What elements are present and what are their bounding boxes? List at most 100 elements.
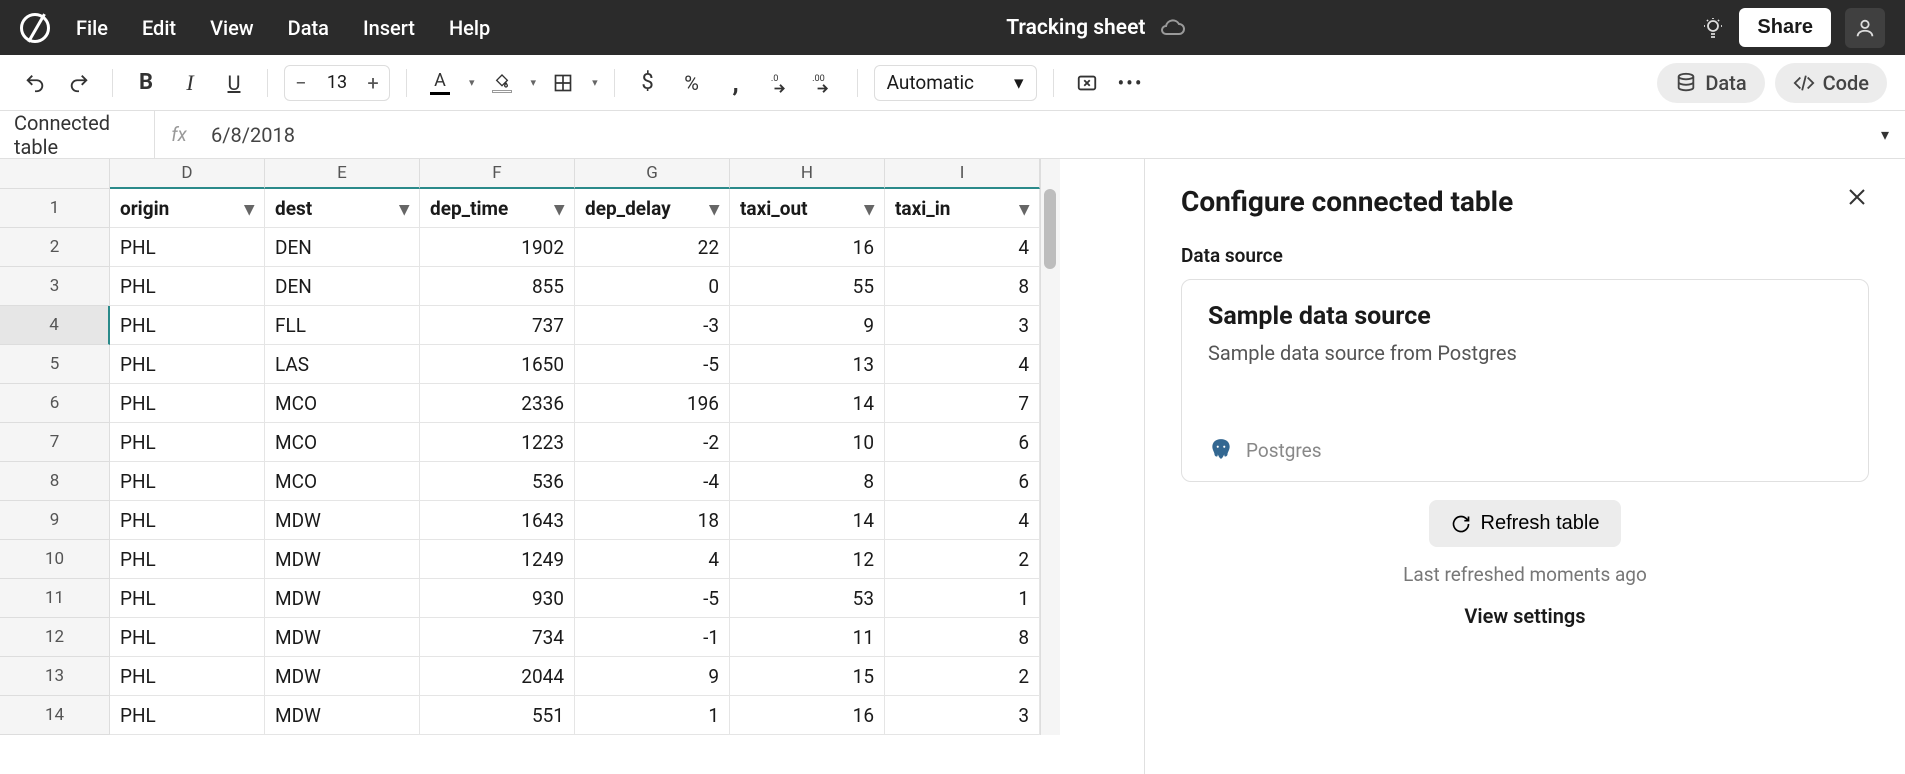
- filter-chevron-icon[interactable]: ▾: [244, 197, 254, 220]
- formula-expand-button[interactable]: ▾: [1865, 125, 1905, 144]
- cell-3-taxi_out[interactable]: 55: [730, 267, 885, 306]
- cell-2-dep_time[interactable]: 1902: [420, 228, 575, 267]
- cell-5-taxi_out[interactable]: 13: [730, 345, 885, 384]
- cell-10-dep_time[interactable]: 1249: [420, 540, 575, 579]
- redo-button[interactable]: [62, 66, 96, 100]
- decrease-decimal-button[interactable]: .0: [763, 66, 797, 100]
- cell-14-taxi_out[interactable]: 16: [730, 696, 885, 735]
- row-header-2[interactable]: 2: [0, 228, 110, 267]
- document-title[interactable]: Tracking sheet: [1006, 16, 1145, 40]
- filter-chevron-icon[interactable]: ▾: [709, 197, 719, 220]
- currency-format-button[interactable]: $: [631, 66, 665, 100]
- cell-11-dep_time[interactable]: 930: [420, 579, 575, 618]
- insert-button[interactable]: [1070, 66, 1104, 100]
- cell-2-taxi_out[interactable]: 16: [730, 228, 885, 267]
- cell-4-taxi_out[interactable]: 9: [730, 306, 885, 345]
- row-header-9[interactable]: 9: [0, 501, 110, 540]
- cell-3-taxi_in[interactable]: 8: [885, 267, 1040, 306]
- cell-4-origin[interactable]: PHL: [110, 306, 265, 345]
- cell-5-origin[interactable]: PHL: [110, 345, 265, 384]
- cell-4-dest[interactable]: FLL: [265, 306, 420, 345]
- percent-format-button[interactable]: %: [675, 66, 709, 100]
- cell-7-dest[interactable]: MCO: [265, 423, 420, 462]
- data-pill-button[interactable]: Data: [1657, 63, 1764, 103]
- cell-8-dep_delay[interactable]: -4: [575, 462, 730, 501]
- cell-8-origin[interactable]: PHL: [110, 462, 265, 501]
- number-format-select[interactable]: Automatic ▾: [874, 65, 1037, 101]
- cell-2-dest[interactable]: DEN: [265, 228, 420, 267]
- cell-8-dest[interactable]: MCO: [265, 462, 420, 501]
- menu-insert[interactable]: Insert: [363, 16, 415, 40]
- font-size-decrease[interactable]: −: [285, 66, 317, 100]
- cell-6-taxi_in[interactable]: 7: [885, 384, 1040, 423]
- row-header-10[interactable]: 10: [0, 540, 110, 579]
- row-header-5[interactable]: 5: [0, 345, 110, 384]
- cell-6-dep_delay[interactable]: 196: [575, 384, 730, 423]
- increase-decimal-button[interactable]: .00: [807, 66, 841, 100]
- cell-13-taxi_out[interactable]: 15: [730, 657, 885, 696]
- underline-button[interactable]: U: [217, 66, 251, 100]
- share-button[interactable]: Share: [1739, 8, 1831, 47]
- data-source-card[interactable]: Sample data source Sample data source fr…: [1181, 279, 1869, 482]
- cell-14-dest[interactable]: MDW: [265, 696, 420, 735]
- column-header-I[interactable]: I: [885, 159, 1040, 189]
- cell-10-taxi_in[interactable]: 2: [885, 540, 1040, 579]
- cell-3-dest[interactable]: DEN: [265, 267, 420, 306]
- cell-10-taxi_out[interactable]: 12: [730, 540, 885, 579]
- cell-7-taxi_out[interactable]: 10: [730, 423, 885, 462]
- view-settings-link[interactable]: View settings: [1181, 604, 1869, 628]
- filter-chevron-icon[interactable]: ▾: [864, 197, 874, 220]
- cell-14-origin[interactable]: PHL: [110, 696, 265, 735]
- profile-button[interactable]: [1845, 8, 1885, 48]
- cell-8-taxi_out[interactable]: 8: [730, 462, 885, 501]
- cell-4-dep_time[interactable]: 737: [420, 306, 575, 345]
- cell-7-dep_delay[interactable]: -2: [575, 423, 730, 462]
- menu-file[interactable]: File: [76, 16, 108, 40]
- column-header-H[interactable]: H: [730, 159, 885, 189]
- menu-edit[interactable]: Edit: [142, 16, 176, 40]
- cell-13-taxi_in[interactable]: 2: [885, 657, 1040, 696]
- cell-3-dep_delay[interactable]: 0: [575, 267, 730, 306]
- row-header-14[interactable]: 14: [0, 696, 110, 735]
- scrollbar[interactable]: [1040, 159, 1060, 735]
- cell-5-dest[interactable]: LAS: [265, 345, 420, 384]
- fill-color-button[interactable]: [485, 66, 519, 100]
- cell-12-dest[interactable]: MDW: [265, 618, 420, 657]
- font-size-value[interactable]: 13: [317, 72, 357, 93]
- cell-14-taxi_in[interactable]: 3: [885, 696, 1040, 735]
- borders-chevron-icon[interactable]: ▾: [592, 76, 598, 89]
- cell-2-origin[interactable]: PHL: [110, 228, 265, 267]
- text-color-chevron-icon[interactable]: ▾: [469, 76, 475, 89]
- bold-button[interactable]: B: [129, 66, 163, 100]
- cell-3-dep_time[interactable]: 855: [420, 267, 575, 306]
- cell-10-origin[interactable]: PHL: [110, 540, 265, 579]
- cell-12-taxi_out[interactable]: 11: [730, 618, 885, 657]
- table-column-origin[interactable]: origin▾: [110, 189, 265, 228]
- row-header-8[interactable]: 8: [0, 462, 110, 501]
- cell-5-dep_delay[interactable]: -5: [575, 345, 730, 384]
- cell-12-dep_delay[interactable]: -1: [575, 618, 730, 657]
- more-button[interactable]: •••: [1114, 66, 1148, 100]
- cell-6-origin[interactable]: PHL: [110, 384, 265, 423]
- row-header-6[interactable]: 6: [0, 384, 110, 423]
- cell-11-origin[interactable]: PHL: [110, 579, 265, 618]
- filter-chevron-icon[interactable]: ▾: [399, 197, 409, 220]
- cell-3-origin[interactable]: PHL: [110, 267, 265, 306]
- row-header-3[interactable]: 3: [0, 267, 110, 306]
- cell-7-origin[interactable]: PHL: [110, 423, 265, 462]
- table-column-dep_time[interactable]: dep_time▾: [420, 189, 575, 228]
- italic-button[interactable]: I: [173, 66, 207, 100]
- cell-14-dep_delay[interactable]: 1: [575, 696, 730, 735]
- row-header-7[interactable]: 7: [0, 423, 110, 462]
- column-header-F[interactable]: F: [420, 159, 575, 189]
- cell-4-taxi_in[interactable]: 3: [885, 306, 1040, 345]
- cell-13-dep_time[interactable]: 2044: [420, 657, 575, 696]
- cell-9-origin[interactable]: PHL: [110, 501, 265, 540]
- cell-12-origin[interactable]: PHL: [110, 618, 265, 657]
- column-header-D[interactable]: D: [110, 159, 265, 189]
- borders-button[interactable]: [546, 66, 580, 100]
- cell-reference[interactable]: Connected table: [0, 111, 155, 158]
- row-header-11[interactable]: 11: [0, 579, 110, 618]
- spreadsheet-grid[interactable]: DEFGHI1origin▾dest▾dep_time▾dep_delay▾ta…: [0, 159, 1145, 774]
- cell-2-dep_delay[interactable]: 22: [575, 228, 730, 267]
